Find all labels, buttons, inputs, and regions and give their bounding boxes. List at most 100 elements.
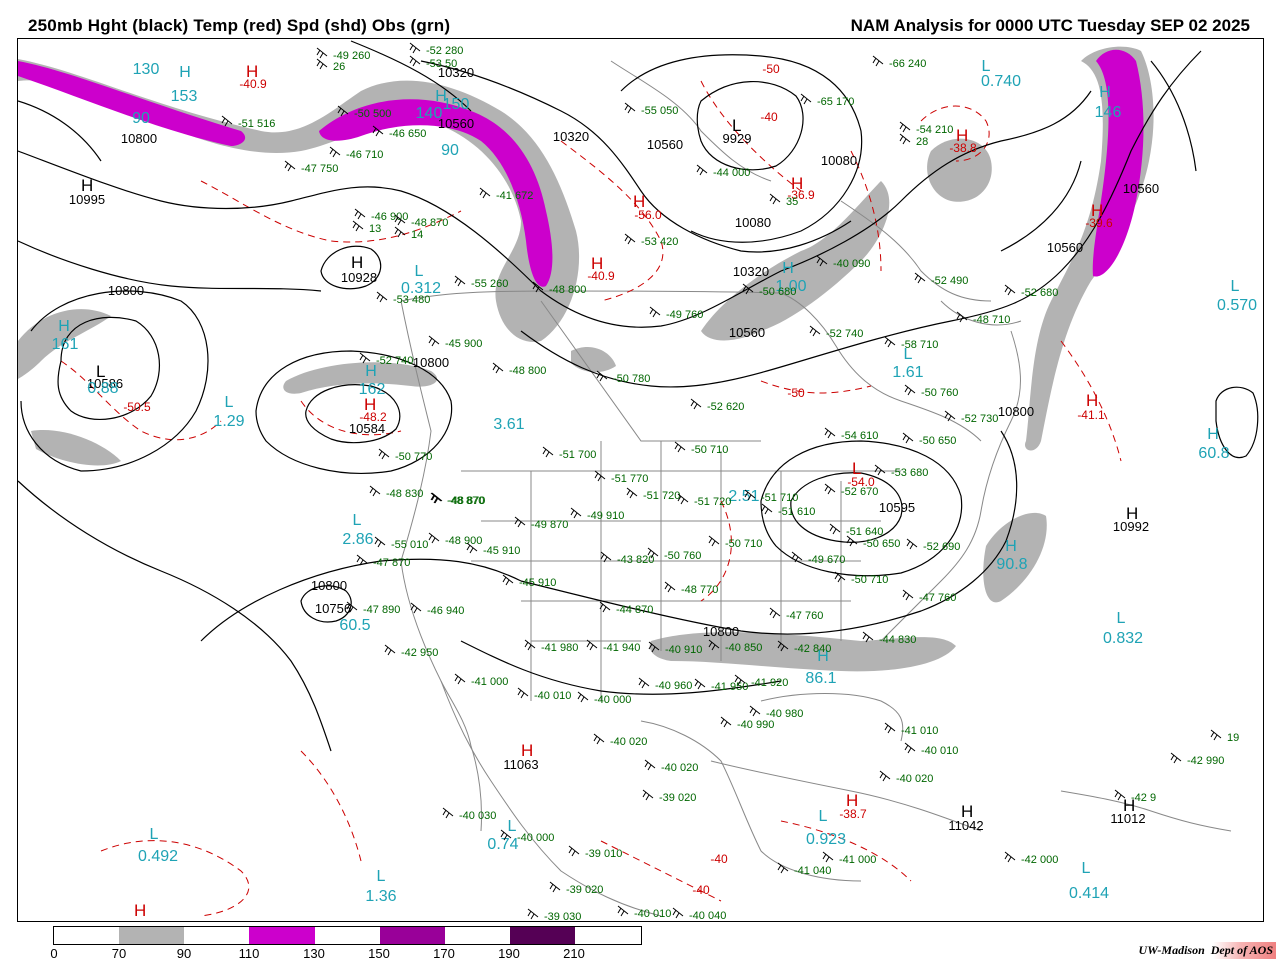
station-obs: -49 910: [587, 510, 624, 522]
station-obs: -42 000: [1021, 854, 1058, 866]
speed-label: 0.832: [1103, 630, 1143, 647]
station-obs: 35: [786, 196, 798, 208]
station-obs: -58 710: [901, 339, 938, 351]
height-label: 10560: [1123, 181, 1159, 196]
speed-center-labels: H 130 153 90 H 140 150 90 L 0.740 H 146 …: [52, 58, 1257, 905]
high-marker: H: [846, 791, 858, 810]
station-obs: 13: [369, 223, 381, 235]
wind-barb-icon: [902, 432, 914, 444]
station-obs: -51 710: [761, 492, 798, 504]
wind-barb-icon: [649, 306, 661, 318]
station-obs: -55 010: [391, 539, 428, 551]
low-marker: L: [96, 362, 105, 381]
station-obs: -40 010: [921, 745, 958, 757]
station-obs: -47 890: [363, 604, 400, 616]
station-obs: -39 020: [566, 884, 603, 896]
wind-barb-icon: [442, 807, 454, 819]
speed-label: 60.8: [1198, 445, 1229, 462]
station-obs: -54 610: [841, 430, 878, 442]
station-obs: -48 830: [386, 488, 423, 500]
low-marker: L: [225, 394, 234, 411]
colorbar-tick: 0: [50, 946, 58, 961]
wind-barb-icon: [874, 464, 886, 476]
wind-barb-icon: [329, 146, 341, 158]
wind-barb-icon: [822, 851, 834, 863]
wind-barb-icon: [374, 536, 386, 548]
low-marker: L: [353, 512, 362, 529]
station-obs: -41 000: [839, 854, 876, 866]
high-marker: H: [1005, 538, 1017, 555]
wind-barb-icon: [879, 770, 891, 782]
colorbar-segment: [54, 927, 120, 944]
station-obs: -44 830: [879, 634, 916, 646]
station-obs: -40 910: [665, 644, 702, 656]
wind-barb-icon: [517, 687, 529, 699]
station-obs: -51 610: [778, 506, 815, 518]
station-obs: -47 760: [919, 592, 956, 604]
high-marker: H: [1099, 84, 1111, 101]
wind-barb-icon: [454, 673, 466, 685]
speed-label: 0.923: [806, 831, 846, 848]
wind-barb-icon: [708, 535, 720, 547]
speed-label: 0.740: [981, 73, 1021, 90]
colorbar-tick: 210: [563, 946, 585, 961]
wind-barb-icon: [720, 716, 732, 728]
station-obs: -50 650: [919, 435, 956, 447]
station-obs: -41 010: [901, 725, 938, 737]
wind-barb-icon: [899, 133, 911, 145]
low-marker: L: [1082, 860, 1091, 877]
speed-label: 162: [359, 381, 386, 398]
speed-label: 153: [171, 88, 198, 105]
height-label: 10800: [121, 131, 157, 146]
station-obs: -55 260: [471, 278, 508, 290]
wind-barb-icon: [284, 160, 296, 172]
wind-barb-icon: [904, 742, 916, 754]
wind-barb-icon: [352, 220, 364, 232]
station-obs: -50 710: [691, 444, 728, 456]
wind-barb-icon: [824, 427, 836, 439]
low-marker: L: [150, 826, 159, 843]
wind-barb-icon: [369, 485, 381, 497]
height-label: 10756: [315, 601, 351, 616]
station-obs: -51 720: [643, 490, 680, 502]
height-label: 10320: [733, 264, 769, 279]
credit-text: UW-Madison Dept of AOS: [1138, 943, 1273, 957]
high-marker: H: [521, 741, 533, 760]
station-obs: -40 030: [459, 810, 496, 822]
station-obs: -50 500: [354, 108, 391, 120]
station-obs: -55 050: [641, 105, 678, 117]
uw-madison-credit: UW-Madison Dept of AOS: [1135, 942, 1276, 959]
station-obs: -66 240: [889, 58, 926, 70]
station-obs: -48 710: [973, 314, 1010, 326]
station-obs: -50 760: [921, 387, 958, 399]
wind-barb-icon: [316, 58, 328, 70]
height-label: 10595: [879, 500, 915, 515]
station-obs: -40 000: [594, 694, 631, 706]
station-obs: -51 640: [846, 526, 883, 538]
station-obs: -50 760: [664, 550, 701, 562]
height-label: 10800: [413, 355, 449, 370]
station-obs: -42 990: [1187, 755, 1224, 767]
station-obs: -51 700: [559, 449, 596, 461]
high-marker: H: [1091, 201, 1103, 220]
high-marker: H: [1207, 426, 1219, 443]
colorbar-tick: 190: [498, 946, 520, 961]
speed-label: 86.1: [805, 670, 836, 687]
wind-barb-icon: [694, 678, 706, 690]
height-label: 10320: [553, 129, 589, 144]
low-marker: L: [377, 868, 386, 885]
station-obs: -48 870: [448, 495, 485, 507]
high-marker: H: [81, 176, 93, 195]
wind-barb-icon: [570, 507, 582, 519]
station-obs: -40 010: [634, 908, 671, 920]
station-obs: -48 800: [549, 284, 586, 296]
station-obs: -52 730: [961, 413, 998, 425]
speed-label: 3.61: [493, 416, 524, 433]
station-obs: -44 000: [713, 167, 750, 179]
speed-label: 0.570: [1217, 297, 1257, 314]
station-obs: -41 950: [711, 681, 748, 693]
temp-label: -50: [762, 62, 780, 76]
station-obs: -42 840: [794, 643, 831, 655]
high-marker: H: [1126, 504, 1138, 523]
colorbar-segment: [510, 927, 576, 944]
